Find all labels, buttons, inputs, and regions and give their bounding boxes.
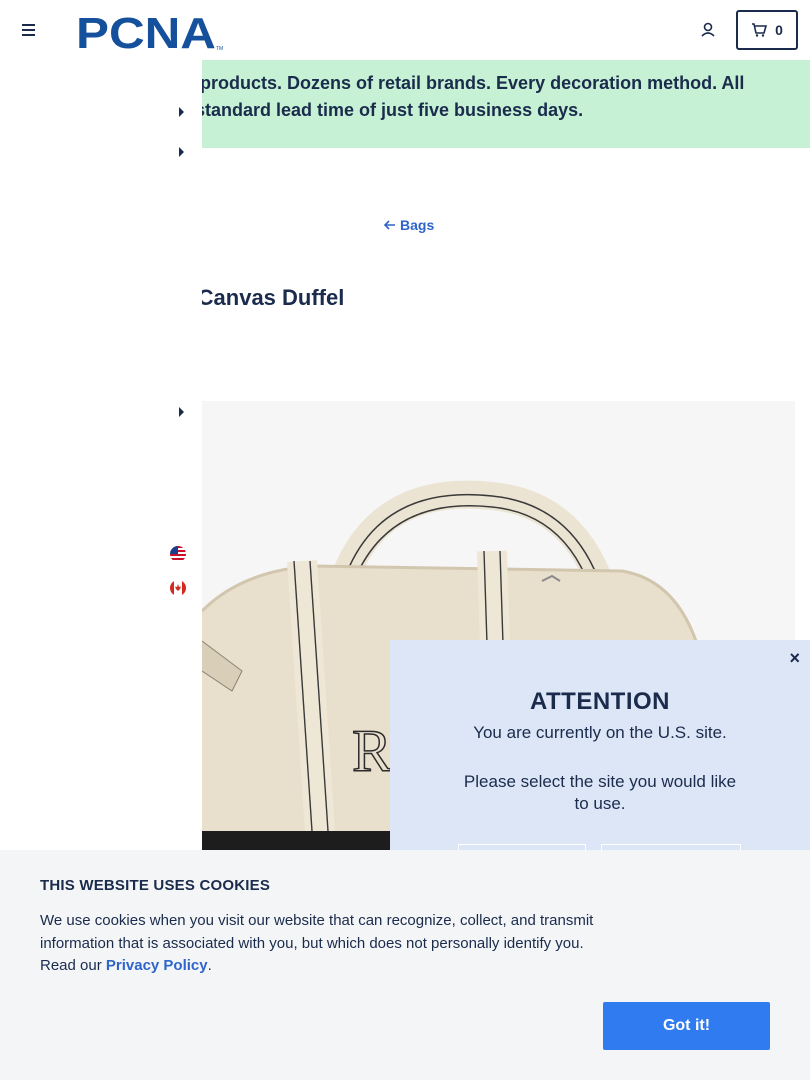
cookie-body: We use cookies when you visit our websit…: [40, 910, 600, 978]
promo-banner: ls of products. Dozens of retail brands.…: [160, 60, 810, 148]
cart-count: 0: [775, 22, 783, 38]
promo-text-line-2: th a standard lead time of just five bus…: [160, 100, 584, 120]
modal-current-site-text: You are currently on the U.S. site.: [473, 723, 727, 742]
site-selection-modal: × ATTENTION You are currently on the U.S…: [390, 640, 810, 874]
back-to-bags-link[interactable]: Bags: [384, 217, 434, 233]
caret-right-icon[interactable]: [179, 147, 184, 157]
cart-button[interactable]: 0: [736, 10, 798, 50]
site-header: PCNA TM 0: [0, 0, 810, 60]
back-link-label: Bags: [400, 217, 435, 233]
privacy-policy-link[interactable]: Privacy Policy: [106, 957, 208, 974]
cookie-banner: THIS WEBSITE USES COOKIES We use cookies…: [0, 850, 810, 1080]
hamburger-menu-icon[interactable]: [22, 24, 35, 36]
got-it-button[interactable]: Got it!: [603, 1002, 770, 1050]
cookie-title: THIS WEBSITE USES COOKIES: [40, 877, 271, 894]
close-icon[interactable]: ×: [789, 648, 800, 669]
arrow-left-icon: [384, 220, 395, 230]
promo-text-line-1: ls of products. Dozens of retail brands.…: [160, 73, 745, 93]
svg-text:R: R: [352, 718, 392, 784]
logo-text: PCNA: [76, 10, 216, 50]
svg-text:TM: TM: [216, 46, 223, 50]
modal-title: ATTENTION: [529, 688, 671, 715]
caret-right-icon[interactable]: [179, 107, 184, 117]
left-panel: [0, 60, 202, 860]
account-icon[interactable]: [699, 21, 717, 39]
cookie-body-period: .: [207, 957, 212, 974]
modal-instruction-text: Please select the site you would like to…: [463, 772, 737, 813]
pcna-logo[interactable]: PCNA TM: [76, 10, 224, 50]
caret-right-icon[interactable]: [179, 407, 184, 417]
canada-flag-icon[interactable]: [170, 580, 186, 596]
us-flag-icon[interactable]: [170, 546, 186, 562]
cart-icon: [752, 23, 768, 37]
